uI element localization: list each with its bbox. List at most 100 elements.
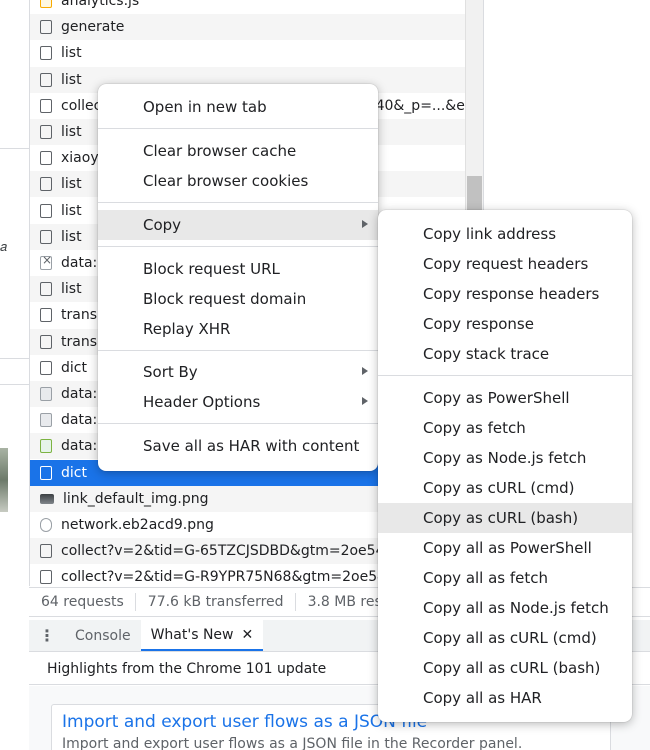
menu-item-label: Clear browser cookies [143,172,309,190]
document-icon [40,360,52,375]
request-row[interactable]: generate [30,14,465,41]
transferred-size: 77.6 kB transferred [147,594,284,610]
document-icon [40,308,52,323]
page-thumbnail-image [0,448,8,512]
document-icon [40,282,52,297]
menu-item-replay-xhr[interactable]: Replay XHR [98,314,378,344]
request-name: dict [61,359,87,376]
menu-item-copy-all-as-har[interactable]: Copy all as HAR [378,683,632,713]
menu-item-label: Header Options [143,393,261,411]
menu-item-label: Copy all as HAR [423,689,542,707]
menu-item-label: Open in new tab [143,98,267,116]
menu-item-label: Copy [143,216,182,234]
menu-item-sort-by[interactable]: Sort By [98,357,378,387]
menu-item-copy-as-node-js-fetch[interactable]: Copy as Node.js fetch [378,443,632,473]
page-glyph: 𝑎 [0,240,8,255]
document-icon [40,334,52,349]
menu-separator [98,350,378,351]
menu-item-label: Clear browser cache [143,142,297,160]
request-name: analytics.js [61,0,140,9]
menu-item-copy-as-fetch[interactable]: Copy as fetch [378,413,632,443]
request-name: xiaoyi [61,150,103,167]
request-name: list [61,124,82,140]
menu-item-label: Sort By [143,363,198,381]
menu-item-label: Copy all as Node.js fetch [423,599,609,617]
request-name: list [61,202,82,219]
divider [0,358,29,359]
chevron-right-icon [362,220,368,228]
menu-item-header-options[interactable]: Header Options [98,387,378,417]
image-icon [40,387,52,401]
document-icon [40,46,52,61]
request-name: link_default_img.png [63,490,209,507]
menu-item-copy-all-as-node-js-fetch[interactable]: Copy all as Node.js fetch [378,593,632,623]
menu-item-copy-as-curl-cmd[interactable]: Copy as cURL (cmd) [378,473,632,503]
menu-item-label: Save all as HAR with content [143,437,360,455]
request-row[interactable]: list [30,40,465,66]
image-icon [40,413,52,428]
menu-item-clear-browser-cookies[interactable]: Clear browser cookies [98,166,378,196]
menu-item-label: Copy as fetch [423,419,526,437]
menu-item-copy[interactable]: Copy [98,210,378,240]
request-row[interactable]: analytics.js [30,0,465,14]
tab-whats-new[interactable]: What's New ✕ [140,620,264,651]
feature-description: Import and export user flows as a JSON f… [62,736,523,750]
menu-item-label: Copy all as cURL (cmd) [423,629,597,647]
menu-item-copy-all-as-curl-bash[interactable]: Copy all as cURL (bash) [378,653,632,683]
page-left-strip: 𝑎 [0,0,29,750]
request-name: dict [61,464,87,481]
document-icon [40,570,52,585]
request-name: list [61,45,82,62]
tab-label: Console [75,627,131,644]
menu-separator [98,423,378,424]
request-name: list [61,228,82,245]
menu-item-copy-link-address[interactable]: Copy link address [378,219,632,249]
round-image-icon [40,518,52,532]
menu-item-label: Copy as Node.js fetch [423,449,587,467]
menu-item-copy-all-as-fetch[interactable]: Copy all as fetch [378,563,632,593]
tab-console[interactable]: Console [65,620,141,651]
menu-item-copy-all-as-powershell[interactable]: Copy all as PowerShell [378,533,632,563]
document-icon [40,151,52,166]
menu-item-label: Block request URL [143,260,280,278]
menu-item-copy-response-headers[interactable]: Copy response headers [378,279,632,309]
document-icon [40,465,52,480]
request-count: 64 requests [41,594,124,610]
menu-item-copy-as-curl-bash[interactable]: Copy as cURL (bash) [378,503,632,533]
request-name: list [61,176,82,193]
menu-item-block-request-url[interactable]: Block request URL [98,254,378,284]
request-name: network.eb2acd9.png [61,517,214,533]
document-icon [40,177,52,192]
more-options-icon[interactable]: ⋮ [29,620,65,651]
menu-item-label: Copy as PowerShell [423,389,570,407]
menu-item-copy-all-as-curl-cmd[interactable]: Copy all as cURL (cmd) [378,623,632,653]
menu-item-label: Copy response headers [423,285,600,303]
menu-item-copy-response[interactable]: Copy response [378,309,632,339]
close-icon[interactable]: ✕ [242,627,254,643]
document-icon [40,20,52,35]
menu-item-save-all-as-har-with-content[interactable]: Save all as HAR with content [98,431,378,461]
chevron-right-icon [362,397,368,405]
document-icon [40,544,52,559]
menu-item-copy-stack-trace[interactable]: Copy stack trace [378,339,632,369]
menu-item-label: Copy as cURL (bash) [423,509,579,527]
menu-separator [98,202,378,203]
document-icon [40,125,52,139]
menu-separator [98,246,378,247]
menu-separator [98,128,378,129]
menu-item-label: Copy link address [423,225,557,243]
request-name: list [61,71,82,88]
menu-separator [378,375,632,376]
document-icon [40,203,52,218]
document-icon [40,229,52,244]
menu-item-label: Replay XHR [143,320,231,338]
menu-item-block-request-domain[interactable]: Block request domain [98,284,378,314]
image-green-icon [40,439,52,454]
menu-item-clear-browser-cache[interactable]: Clear browser cache [98,136,378,166]
chevron-right-icon [362,367,368,375]
menu-item-copy-request-headers[interactable]: Copy request headers [378,249,632,279]
js-file-icon [40,0,52,8]
copy-submenu: Copy link address Copy request headers Cop… [378,210,632,722]
menu-item-copy-as-powershell[interactable]: Copy as PowerShell [378,383,632,413]
menu-item-open-in-new-tab[interactable]: Open in new tab [98,92,378,122]
